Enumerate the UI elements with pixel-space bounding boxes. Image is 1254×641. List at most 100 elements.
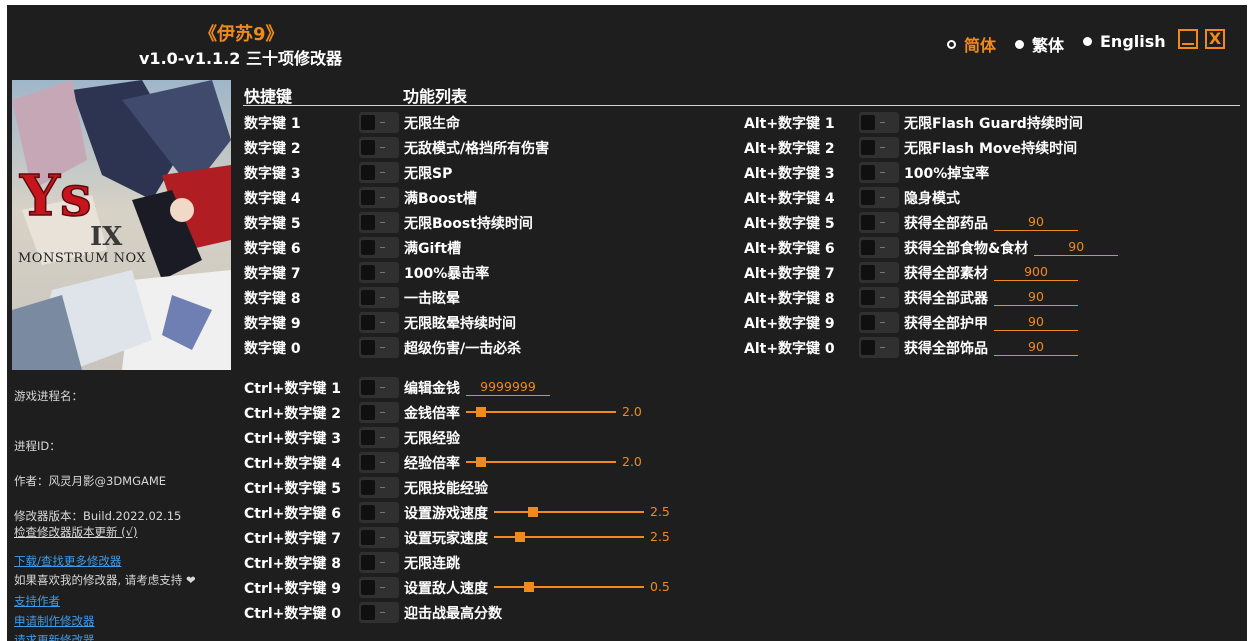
hotkey-column-header: 快捷键 <box>244 87 293 106</box>
slider-thumb[interactable] <box>476 457 486 467</box>
lang-traditional[interactable]: 繁体 <box>1015 32 1064 56</box>
feature-toggle[interactable] <box>859 312 899 333</box>
toggle-off-mark <box>380 512 385 513</box>
feature-toggle[interactable] <box>859 137 899 158</box>
toggle-knob <box>361 190 375 205</box>
hotkey-label: Alt+数字键 7 <box>744 266 835 282</box>
feature-toggle[interactable] <box>859 337 899 358</box>
value-input[interactable]: 900 <box>994 264 1078 281</box>
feature-toggle[interactable] <box>859 112 899 133</box>
toggle-knob <box>861 290 875 305</box>
toggle-knob <box>361 455 375 470</box>
check-update-link[interactable]: 检查修改器版本更新 (√) <box>14 524 137 540</box>
toggle-off-mark <box>380 347 385 348</box>
feature-row: Alt+数字键 1 无限Flash Guard持续时间 <box>744 112 1224 133</box>
slider-thumb[interactable] <box>528 507 538 517</box>
value-input[interactable]: 90 <box>994 289 1078 306</box>
feature-toggle[interactable] <box>859 287 899 308</box>
feature-toggle[interactable] <box>859 187 899 208</box>
feature-toggle[interactable] <box>359 262 399 283</box>
feature-toggle[interactable] <box>359 112 399 133</box>
feature-name: 获得全部药品 <box>904 216 988 232</box>
value-input[interactable]: 90 <box>994 314 1078 331</box>
lang-english[interactable]: English <box>1083 32 1166 51</box>
minimize-icon[interactable] <box>1178 29 1198 49</box>
feature-toggle[interactable] <box>359 312 399 333</box>
hotkey-label: Ctrl+数字键 5 <box>244 481 342 497</box>
slider-value: 2.0 <box>622 404 642 419</box>
toggle-knob <box>361 480 375 495</box>
toggle-knob <box>861 340 875 355</box>
svg-text:Ys: Ys <box>19 163 92 229</box>
feature-name: 满Gift槽 <box>404 241 462 257</box>
feature-name: 100%掉宝率 <box>904 166 990 182</box>
game-title: 《伊苏9》 <box>199 24 284 45</box>
feature-toggle[interactable] <box>859 162 899 183</box>
hotkey-label: Ctrl+数字键 0 <box>244 606 342 622</box>
feature-toggle[interactable] <box>859 212 899 233</box>
slider-value: 2.0 <box>622 454 642 469</box>
feature-toggle[interactable] <box>359 602 399 623</box>
value-input[interactable]: 90 <box>1034 239 1119 256</box>
feature-name: 无限Flash Guard持续时间 <box>904 116 1083 132</box>
feature-toggle[interactable] <box>359 212 399 233</box>
toggle-off-mark <box>880 222 885 223</box>
toggle-off-mark <box>880 172 885 173</box>
support-text: 如果喜欢我的修改器, 请考虑支持 ❤ <box>14 572 196 588</box>
value-slider[interactable] <box>494 506 644 518</box>
feature-name: 满Boost槽 <box>404 191 477 207</box>
feature-toggle[interactable] <box>359 452 399 473</box>
value-input[interactable]: 90 <box>994 339 1078 356</box>
feature-toggle[interactable] <box>359 577 399 598</box>
feature-name: 金钱倍率 <box>404 406 460 422</box>
feature-name: 无限连跳 <box>404 556 460 572</box>
value-slider[interactable] <box>494 531 644 543</box>
value-slider[interactable] <box>466 406 616 418</box>
slider-thumb[interactable] <box>514 532 525 542</box>
feature-toggle[interactable] <box>859 237 899 258</box>
feature-name: 经验倍率 <box>404 456 460 472</box>
slider-thumb[interactable] <box>523 582 534 592</box>
value-slider[interactable] <box>494 581 644 593</box>
feature-toggle[interactable] <box>359 237 399 258</box>
toggle-knob <box>861 190 875 205</box>
feature-toggle[interactable] <box>359 287 399 308</box>
value-input[interactable]: 9999999 <box>466 379 550 396</box>
hotkey-label: Alt+数字键 4 <box>744 191 835 207</box>
feature-row: 数字键 9 无限眩晕持续时间 <box>244 312 724 333</box>
download-more-link[interactable]: 下载/查找更多修改器 <box>14 553 121 569</box>
lang-simplified[interactable]: 简体 <box>947 32 996 56</box>
feature-toggle[interactable] <box>359 162 399 183</box>
request-update-link[interactable]: 请求更新修改器 <box>14 632 95 641</box>
feature-toggle[interactable] <box>359 502 399 523</box>
feature-toggle[interactable] <box>359 337 399 358</box>
feature-toggle[interactable] <box>359 402 399 423</box>
hotkey-label: 数字键 6 <box>244 241 301 257</box>
lang-label: English <box>1100 32 1166 51</box>
value-slider[interactable] <box>466 456 616 468</box>
feature-row: Alt+数字键 0 获得全部饰品 90 <box>744 337 1224 358</box>
feature-toggle[interactable] <box>359 477 399 498</box>
toggle-knob <box>361 315 375 330</box>
feature-row: Ctrl+数字键 0 迎击战最高分数 <box>244 602 724 623</box>
support-author-link[interactable]: 支持作者 <box>14 593 60 609</box>
feature-toggle[interactable] <box>359 137 399 158</box>
slider-thumb[interactable] <box>476 407 486 417</box>
hotkey-label: Ctrl+数字键 4 <box>244 456 342 472</box>
feature-toggle[interactable] <box>359 552 399 573</box>
toggle-off-mark <box>380 147 385 148</box>
request-trainer-link[interactable]: 申请制作修改器 <box>14 613 95 629</box>
support-label: 如果喜欢我的修改器, 请考虑支持 <box>14 573 183 587</box>
close-icon[interactable]: X <box>1205 29 1225 49</box>
value-input[interactable]: 90 <box>994 214 1078 231</box>
feature-toggle[interactable] <box>359 427 399 448</box>
hotkey-label: Alt+数字键 5 <box>744 216 835 232</box>
toggle-knob <box>861 140 875 155</box>
game-cover-image: Ys IX MONSTRUM NOX <box>12 80 231 370</box>
feature-toggle[interactable] <box>859 262 899 283</box>
feature-row: Alt+数字键 3 100%掉宝率 <box>744 162 1224 183</box>
hotkey-label: 数字键 4 <box>244 191 301 207</box>
feature-toggle[interactable] <box>359 377 399 398</box>
feature-toggle[interactable] <box>359 187 399 208</box>
feature-toggle[interactable] <box>359 527 399 548</box>
